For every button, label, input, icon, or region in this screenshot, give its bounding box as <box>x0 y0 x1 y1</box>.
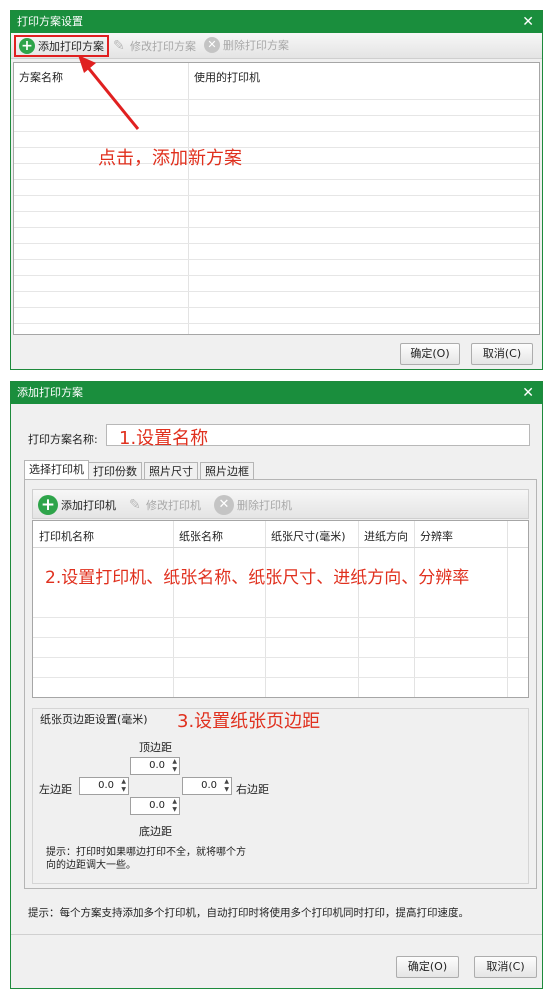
bottom-margin-label: 底边距 <box>139 825 172 838</box>
name-annotation: 1.设置名称 <box>119 428 209 449</box>
title-bar: 打印方案设置 ✕ <box>11 11 542 33</box>
tab-panel: + 添加打印机 ✎ 修改打印机 ✕ 删除打印机 打印机名称 纸张名称 纸张尺寸(… <box>24 479 537 889</box>
column-header-printer-name: 打印机名称 <box>39 530 94 543</box>
tab-photo-size[interactable]: 照片尺寸 <box>144 462 198 480</box>
left-margin-input[interactable]: 0.0 ▲ ▼ <box>79 777 129 795</box>
column-header-paper-name: 纸张名称 <box>179 530 223 543</box>
top-margin-label: 顶边距 <box>139 741 172 754</box>
close-icon[interactable]: ✕ <box>522 11 534 33</box>
spinner-icon[interactable]: ▲ ▼ <box>224 778 229 794</box>
spinner-icon[interactable]: ▲ ▼ <box>172 758 177 774</box>
add-print-scheme-window: 添加打印方案 ✕ 打印方案名称: 1.设置名称 选择打印机 打印份数 照片尺寸 … <box>10 381 543 989</box>
window-title: 打印方案设置 <box>17 15 83 28</box>
spinner-icon[interactable]: ▲ ▼ <box>172 798 177 814</box>
column-header-feed-direction: 进纸方向 <box>364 530 408 543</box>
column-header-printer: 使用的打印机 <box>194 71 260 84</box>
title-bar-2: 添加打印方案 ✕ <box>11 382 542 404</box>
edit-printer-label: 修改打印机 <box>146 499 201 512</box>
window-title-2: 添加打印方案 <box>17 386 83 399</box>
margins-annotation: 3.设置纸张页边距 <box>177 711 321 732</box>
bottom-margin-value: 0.0 <box>149 800 165 811</box>
bottom-margin-input[interactable]: 0.0 ▲ ▼ <box>130 797 180 815</box>
right-margin-input[interactable]: 0.0 ▲ ▼ <box>182 777 232 795</box>
delete-scheme-button[interactable]: ✕ 删除打印方案 <box>204 37 289 53</box>
top-margin-value: 0.0 <box>149 760 165 771</box>
right-margin-value: 0.0 <box>201 780 217 791</box>
printer-grid[interactable]: 打印机名称 纸张名称 纸张尺寸(毫米) 进纸方向 分辨率 2.设置打印机、纸张名… <box>32 520 529 698</box>
top-margin-input[interactable]: 0.0 ▲ ▼ <box>130 757 180 775</box>
scheme-name-label: 打印方案名称: <box>28 433 98 446</box>
tab-photo-border[interactable]: 照片边框 <box>200 462 254 480</box>
edit-printer-button[interactable]: ✎ 修改打印机 <box>129 497 201 513</box>
footer-divider <box>11 934 542 935</box>
margins-group-title: 纸张页边距设置(毫米) <box>40 713 148 726</box>
left-margin-value: 0.0 <box>98 780 114 791</box>
column-header-scheme-name: 方案名称 <box>19 71 63 84</box>
add-printer-label: 添加打印机 <box>61 499 116 512</box>
printer-toolbar: + 添加打印机 ✎ 修改打印机 ✕ 删除打印机 <box>32 489 529 519</box>
delete-printer-button[interactable]: ✕ 删除打印机 <box>214 495 292 515</box>
cancel-button[interactable]: 取消(C) <box>471 343 533 365</box>
delete-icon: ✕ <box>204 37 220 53</box>
ok-button[interactable]: 确定(O) <box>396 956 459 978</box>
right-margin-label: 右边距 <box>236 783 269 796</box>
ok-button[interactable]: 确定(O) <box>400 343 460 365</box>
cancel-button[interactable]: 取消(C) <box>474 956 537 978</box>
add-icon: + <box>19 38 35 54</box>
annotation-arrow <box>78 55 140 130</box>
column-header-paper-size: 纸张尺寸(毫米) <box>271 530 346 543</box>
pencil-icon: ✎ <box>129 497 141 513</box>
spinner-icon[interactable]: ▲ ▼ <box>121 778 126 794</box>
delete-scheme-label: 删除打印方案 <box>223 39 289 52</box>
margins-group: 纸张页边距设置(毫米) 3.设置纸张页边距 顶边距 0.0 ▲ ▼ 左边距 0.0… <box>32 708 529 884</box>
tab-select-printer[interactable]: 选择打印机 <box>24 460 89 480</box>
tab-strip: 选择打印机 打印份数 照片尺寸 照片边框 <box>24 460 530 480</box>
printer-annotation: 2.设置打印机、纸张名称、纸张尺寸、进纸方向、分辨率 <box>45 568 470 588</box>
delete-printer-label: 删除打印机 <box>237 499 292 512</box>
footer-hint: 提示：每个方案支持添加多个打印机，自动打印时将使用多个打印机同时打印，提高打印速… <box>28 907 469 919</box>
add-printer-button[interactable]: + 添加打印机 <box>38 495 116 515</box>
delete-icon: ✕ <box>214 495 234 515</box>
add-icon: + <box>38 495 58 515</box>
left-margin-label: 左边距 <box>39 783 72 796</box>
column-header-resolution: 分辨率 <box>420 530 453 543</box>
margin-hint-line2: 向的边距调大一些。 <box>46 860 136 871</box>
click-annotation: 点击，添加新方案 <box>98 148 242 169</box>
tab-print-copies[interactable]: 打印份数 <box>88 462 142 480</box>
close-icon[interactable]: ✕ <box>522 382 534 404</box>
